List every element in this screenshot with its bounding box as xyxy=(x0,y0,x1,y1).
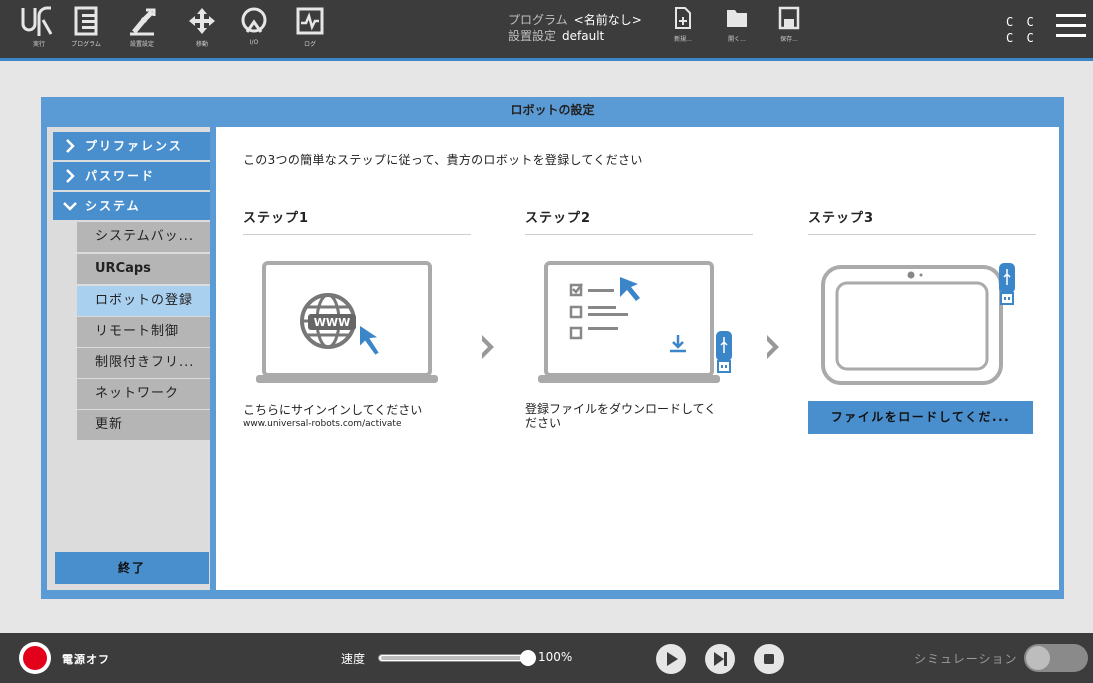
status-line-2: C C xyxy=(1006,31,1037,45)
nav-run-button[interactable]: 実行 xyxy=(13,0,65,58)
new-file-label: 新規... xyxy=(674,36,692,43)
status-indicator: C C C C xyxy=(1006,14,1037,46)
nav-program-button[interactable]: プログラム xyxy=(60,0,112,58)
folder-icon xyxy=(727,10,747,27)
finish-button[interactable]: 終了 xyxy=(55,552,209,584)
step1-description: こちらにサインインしてください xyxy=(243,403,423,417)
program-info: プログラム <名前なし> 設置設定 default xyxy=(508,12,642,44)
laptop-website-illustration: WWW xyxy=(256,261,438,383)
step1-title: ステップ1 xyxy=(243,207,471,235)
robot-settings-dialog: ロボットの設定 プリファレンス パスワード システム システムバッ... URC… xyxy=(41,97,1064,599)
open-file-label: 開く... xyxy=(728,36,746,43)
speed-value: 100% xyxy=(538,650,573,664)
sidebar-item-label: パスワード xyxy=(85,169,156,183)
stop-button[interactable] xyxy=(754,644,784,674)
status-line-1: C C xyxy=(1006,15,1037,29)
nav-io-button[interactable]: I/O xyxy=(228,0,280,58)
load-file-button[interactable]: ファイルをロードしてくだ... xyxy=(808,401,1033,434)
registration-content: この3つの簡単なステップに従って、貴方のロボットを登録してください ステップ1 … xyxy=(216,127,1059,590)
chevron-right-icon xyxy=(482,335,494,359)
sidebar-item-remote-control[interactable]: リモート制御 xyxy=(77,317,210,347)
program-label: プログラム xyxy=(508,13,568,27)
sidebar-item-preferences[interactable]: プリファレンス xyxy=(53,132,210,160)
move-icon xyxy=(189,8,215,34)
nav-installation-button[interactable]: 設置設定 xyxy=(116,0,168,58)
robot-arm-icon xyxy=(130,8,156,36)
chevron-right-icon xyxy=(66,139,75,153)
nav-run-label: 実行 xyxy=(32,41,45,48)
step-button[interactable] xyxy=(705,644,735,674)
speed-slider-fill xyxy=(381,656,527,660)
top-bar-accent xyxy=(0,58,1093,61)
ur-logo-icon xyxy=(21,6,53,36)
nav-log-label: ログ xyxy=(303,41,316,48)
speed-slider[interactable] xyxy=(378,654,530,662)
step2-description: 登録ファイルをダウンロードしてく ださい xyxy=(525,402,753,430)
program-icon xyxy=(74,6,98,36)
sidebar-item-update[interactable]: 更新 xyxy=(77,410,210,440)
sidebar-item-system-backup[interactable]: システムバッ... xyxy=(77,222,210,252)
top-bar: 実行 プログラム 設置設定 移動 I/O ログ プログラム <名前なし> 設置設… xyxy=(0,0,1093,58)
registration-url[interactable]: www.universal-robots.com/activate xyxy=(243,419,402,429)
log-icon xyxy=(296,7,324,35)
chevron-down-icon xyxy=(63,202,77,211)
teach-pendant-illustration xyxy=(821,263,1015,385)
nav-log-button[interactable]: ログ xyxy=(284,0,336,58)
power-label: 電源オフ xyxy=(62,653,110,666)
simulation-toggle[interactable] xyxy=(1024,644,1088,672)
installation-label: 設置設定 xyxy=(508,29,557,43)
save-file-label: 保存... xyxy=(780,36,798,43)
power-button[interactable] xyxy=(19,642,51,674)
simulation-toggle-knob xyxy=(1026,646,1050,670)
www-label: WWW xyxy=(314,316,350,329)
speed-slider-handle[interactable] xyxy=(520,650,536,666)
sidebar-item-password[interactable]: パスワード xyxy=(53,162,210,190)
power-status-icon xyxy=(23,646,47,670)
sidebar-item-urcaps[interactable]: URCaps xyxy=(77,254,210,284)
play-icon xyxy=(667,652,678,666)
nav-io-label: I/O xyxy=(249,39,259,46)
new-file-button[interactable]: 新規... xyxy=(661,6,705,56)
step-icon xyxy=(714,652,727,666)
save-icon xyxy=(778,6,800,30)
chevron-right-icon xyxy=(66,169,75,183)
sidebar-item-network[interactable]: ネットワーク xyxy=(77,379,210,409)
open-file-button[interactable]: 開く... xyxy=(715,6,759,56)
nav-move-button[interactable]: 移動 xyxy=(176,0,228,58)
play-button[interactable] xyxy=(656,644,686,674)
sidebar-item-system[interactable]: システム xyxy=(53,192,210,220)
new-file-icon xyxy=(675,7,691,29)
sidebar-item-robot-registration[interactable]: ロボットの登録 xyxy=(77,286,210,316)
nav-program-label: プログラム xyxy=(71,41,101,48)
hamburger-menu-icon[interactable] xyxy=(1056,14,1086,40)
save-file-button[interactable]: 保存... xyxy=(767,6,811,56)
sidebar-item-constrained-freedrive[interactable]: 制限付きフリ... xyxy=(77,348,210,378)
program-name: <名前なし> xyxy=(573,13,642,27)
step2-title: ステップ2 xyxy=(525,207,753,235)
bottom-bar: 電源オフ 速度 100% シミュレーション xyxy=(0,633,1093,683)
installation-name: default xyxy=(562,29,605,43)
laptop-download-illustration xyxy=(538,261,732,383)
simulation-label: シミュレーション xyxy=(914,652,1018,666)
sidebar-item-label: プリファレンス xyxy=(85,139,183,153)
speed-label: 速度 xyxy=(341,652,366,666)
settings-sidebar: プリファレンス パスワード システム システムバッ... URCaps ロボット… xyxy=(47,127,210,590)
io-icon xyxy=(241,7,267,33)
intro-text: この3つの簡単なステップに従って、貴方のロボットを登録してください xyxy=(243,153,643,167)
step2-description-line1: 登録ファイルをダウンロードしてく xyxy=(525,402,717,416)
dialog-title: ロボットの設定 xyxy=(510,103,595,117)
nav-move-label: 移動 xyxy=(195,41,208,48)
stop-icon xyxy=(764,654,774,664)
step2-description-line2: ださい xyxy=(525,416,562,430)
chevron-right-icon xyxy=(767,335,779,359)
step3-title: ステップ3 xyxy=(808,207,1036,235)
nav-installation-label: 設置設定 xyxy=(129,41,154,48)
sidebar-item-label: システム xyxy=(85,199,141,213)
